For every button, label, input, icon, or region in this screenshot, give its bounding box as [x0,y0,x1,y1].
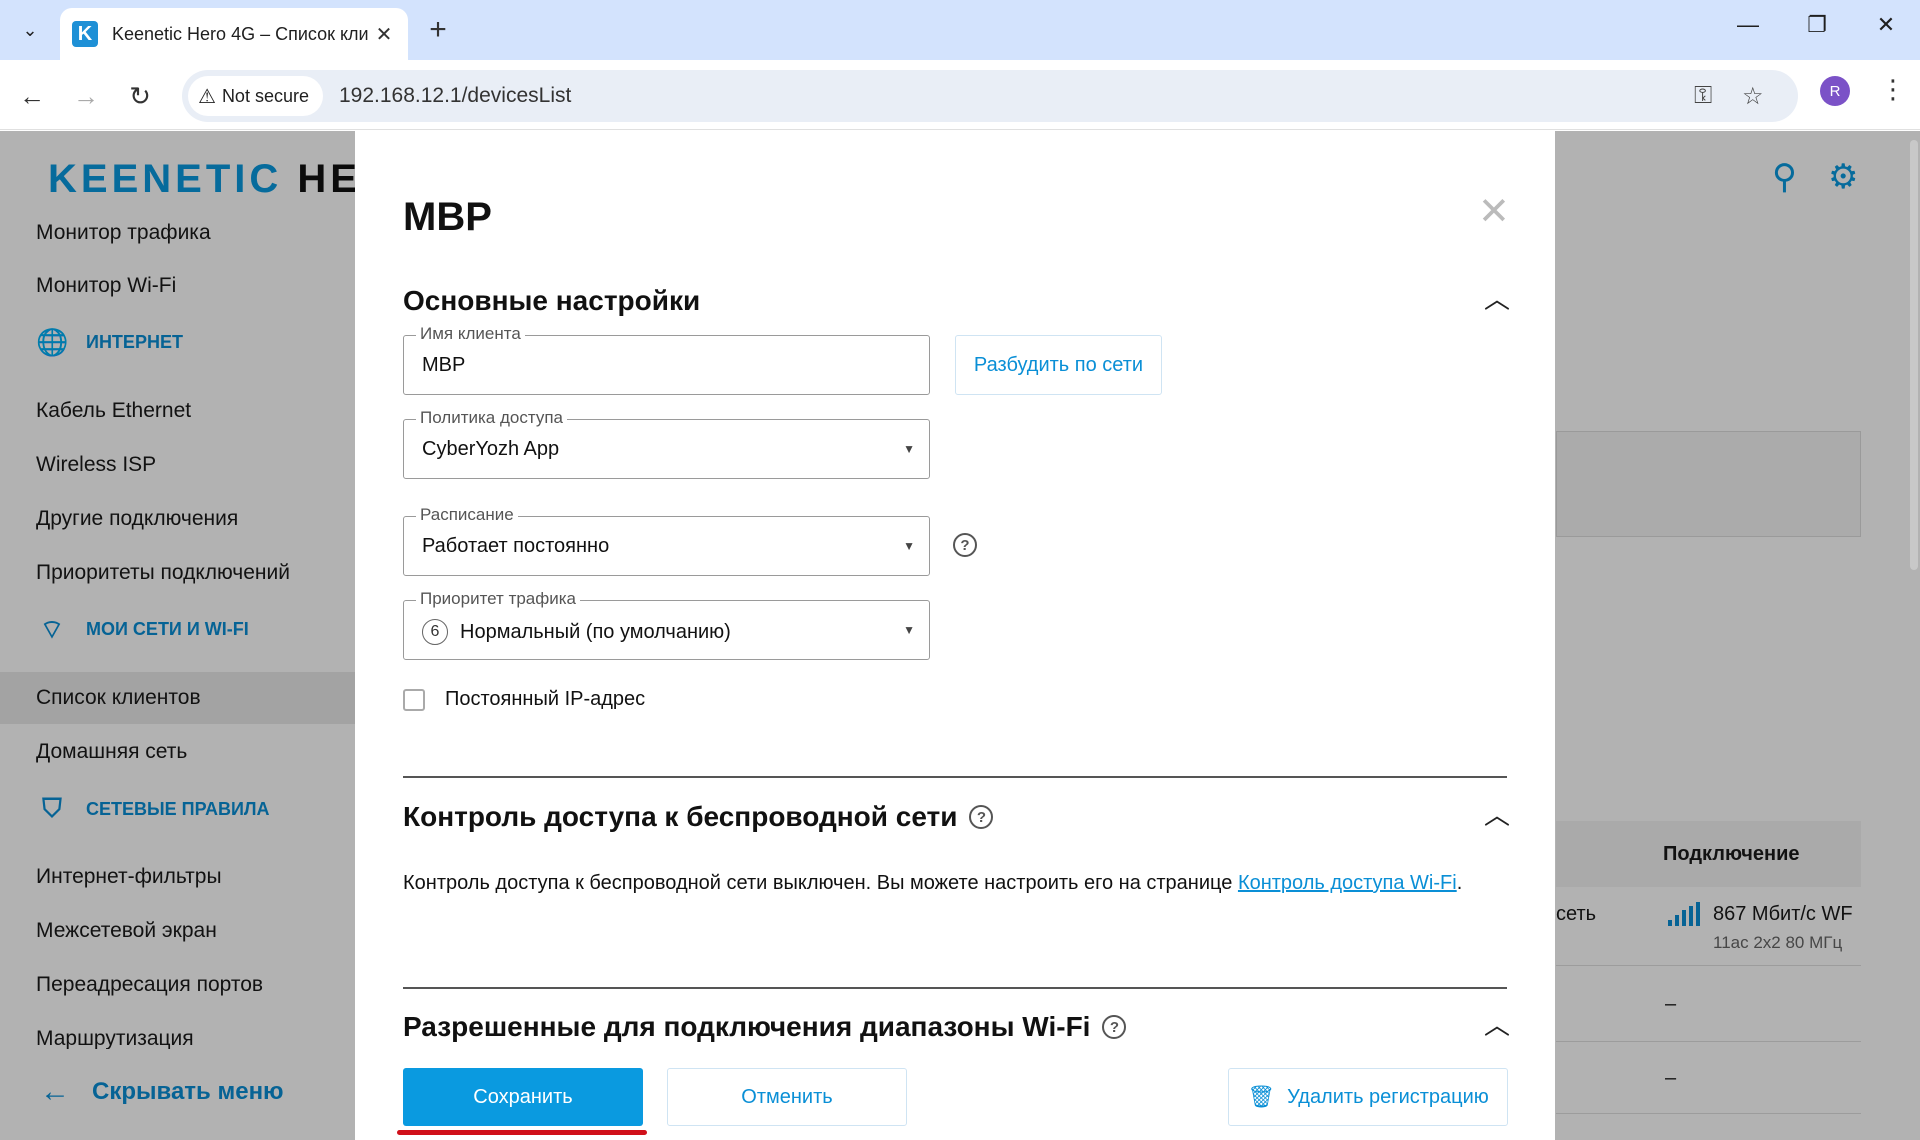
tab-search-button[interactable]: ⌄ [10,10,50,50]
static-ip-checkbox-row[interactable]: Постоянный IP-адрес [403,688,645,711]
chevron-up-icon[interactable]: ︿ [1484,279,1510,316]
router-page: KEENETIC HE ⚲ ⚙ Монитор трафика Монитор … [0,131,1920,1140]
dropdown-caret-icon: ▼ [903,442,915,456]
dialog-title: MBP [403,195,492,239]
browser-toolbar: ← → ↻ ⚠ Not secure 192.168.12.1/devicesL… [0,60,1920,130]
section-basic-settings-title: Основные настройки [403,285,701,316]
back-arrow-icon[interactable]: ← [14,78,50,114]
reload-icon[interactable]: ↻ [122,78,158,114]
field-label: Политика доступа [416,408,567,428]
forward-arrow-icon[interactable]: → [68,78,104,114]
wake-on-lan-button[interactable]: Разбудить по сети [955,335,1162,395]
field-label: Имя клиента [416,324,525,344]
minimize-icon[interactable]: — [1728,12,1768,38]
client-name-field[interactable]: Имя клиента MBP [403,324,930,395]
new-tab-icon[interactable]: + [420,14,456,46]
client-settings-dialog: ✕ MBP Основные настройки ︿ Имя клиента M… [355,131,1555,1140]
field-label: Приоритет трафика [416,589,581,609]
tab-title: Keenetic Hero 4G – Список кли [112,23,369,44]
close-tab-icon[interactable]: ✕ [372,22,396,47]
password-key-icon[interactable]: ⚿ [1694,82,1712,110]
window-close-icon[interactable]: ✕ [1866,12,1906,38]
browser-menu-icon[interactable]: ⋮ [1880,74,1906,105]
browser-tabstrip: ⌄ K Keenetic Hero 4G – Список кли ✕ + — … [0,0,1920,60]
schedule-value: Работает постоянно [422,535,610,557]
field-label: Расписание [416,505,518,525]
chevron-down-icon: ⌄ [22,19,38,40]
address-bar[interactable]: ⚠ Not secure 192.168.12.1/devicesList ⚿ … [182,70,1798,122]
chevron-up-icon[interactable]: ︿ [1484,1005,1510,1042]
help-icon[interactable]: ? [1102,1015,1127,1039]
traffic-priority-select[interactable]: Приоритет трафика 6 Нормальный (по умолч… [403,589,930,660]
section-divider [403,987,1507,989]
section-wireless-access-title: Контроль доступа к беспроводной сети ? [403,801,994,833]
close-icon[interactable]: ✕ [1478,189,1510,234]
dropdown-caret-icon: ▼ [903,539,915,553]
save-highlight-underline [397,1130,647,1135]
client-name-value[interactable]: MBP [422,354,465,377]
cancel-button[interactable]: Отменить [667,1068,907,1126]
wireless-access-description: Контроль доступа к беспроводной сети вык… [403,872,1463,894]
priority-text: Нормальный (по умолчанию) [460,620,731,643]
priority-level-badge: 6 [422,619,448,645]
url-text[interactable]: 192.168.12.1/devicesList [339,84,571,108]
trash-icon: 🗑 [1247,1084,1276,1109]
dropdown-caret-icon: ▼ [903,623,915,637]
help-icon[interactable]: ? [953,533,977,557]
restore-icon[interactable]: ❐ [1797,12,1837,38]
static-ip-label: Постоянный IP-адрес [445,688,646,710]
delete-registration-button[interactable]: 🗑 Удалить регистрацию [1228,1068,1508,1126]
priority-value: 6 Нормальный (по умолчанию) [422,619,731,645]
access-policy-value: CyberYozh App [422,438,560,460]
schedule-select[interactable]: Расписание Работает постоянно ▼ [403,505,930,576]
security-label: Not secure [221,85,309,106]
dialog-footer: Сохранить Отменить 🗑 Удалить регистрацию [355,1050,1555,1140]
section-wifi-ranges-title: Разрешенные для подключения диапазоны Wi… [403,1011,1127,1043]
bookmark-star-icon[interactable]: ☆ [1742,82,1764,111]
warning-icon: ⚠ [198,85,216,108]
chevron-up-icon[interactable]: ︿ [1484,795,1510,832]
save-button[interactable]: Сохранить [403,1068,643,1126]
access-policy-select[interactable]: Политика доступа CyberYozh App ▼ [403,408,930,479]
section-divider [403,776,1507,778]
wifi-access-control-link[interactable]: Контроль доступа Wi-Fi [1238,872,1457,894]
help-icon[interactable]: ? [969,805,994,829]
keenetic-favicon-icon: K [72,21,98,47]
static-ip-checkbox[interactable] [403,688,425,711]
page-scrollbar[interactable] [1910,140,1918,570]
profile-avatar[interactable]: R [1820,76,1850,106]
browser-tab[interactable]: K Keenetic Hero 4G – Список кли ✕ [60,8,408,60]
security-chip[interactable]: ⚠ Not secure [188,76,323,116]
